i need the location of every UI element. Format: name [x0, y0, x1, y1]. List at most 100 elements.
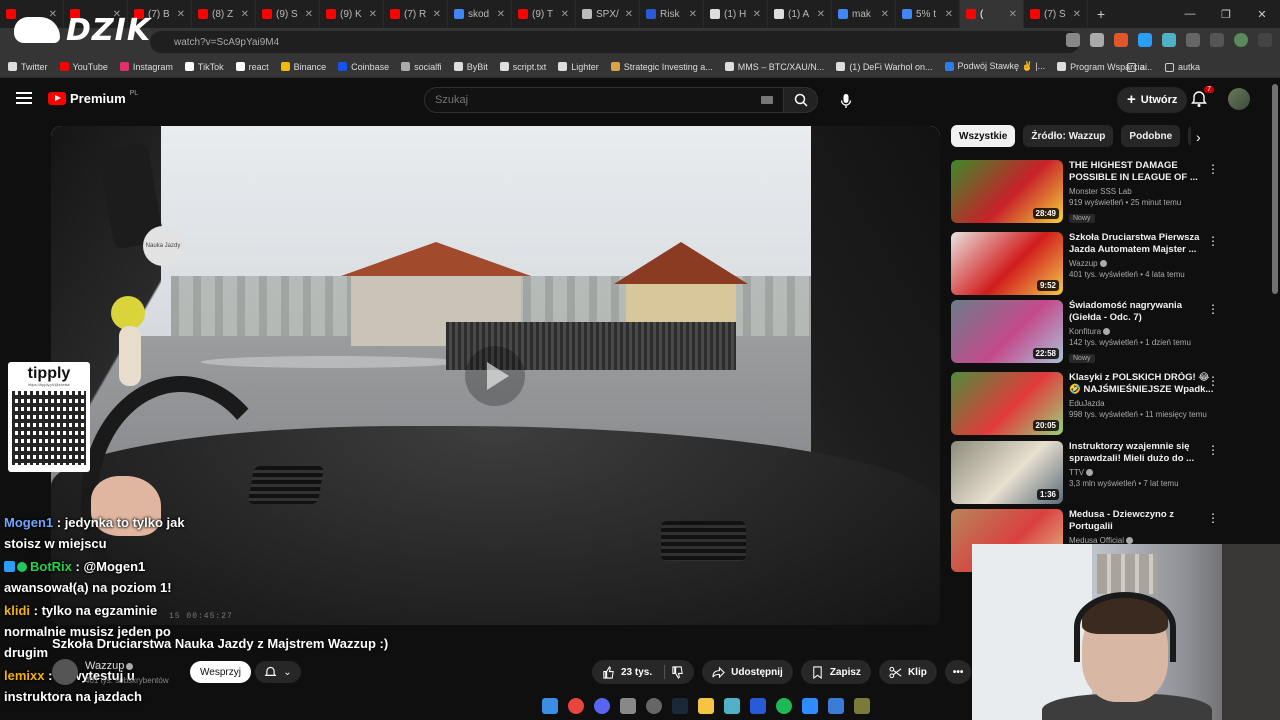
bookmark-item[interactable]: MMS – BTC/XAU/N...	[724, 61, 824, 72]
bookmark-item[interactable]: Instagram	[119, 61, 173, 72]
maximize-icon[interactable]: ❐	[1208, 0, 1244, 28]
spotify-icon[interactable]	[776, 698, 792, 714]
app-icon[interactable]	[828, 698, 844, 714]
recommended-video[interactable]: 9:52 Szkoła Druciarstwa Pierwsza Jazda Au…	[951, 232, 1241, 298]
tab-close-icon[interactable]: ✕	[817, 9, 825, 20]
windows-start-icon[interactable]	[542, 698, 558, 714]
browser-tab[interactable]: (8) Z ✕	[192, 0, 256, 28]
recommended-video[interactable]: 22:58 Świadomość nagrywania (Giełda - Odc…	[951, 300, 1241, 366]
browser-tab[interactable]: SPX/ ✕	[576, 0, 640, 28]
filter-chip[interactable]: Wszystkie	[951, 125, 1016, 147]
chrome-icon[interactable]	[568, 698, 584, 714]
browser-tab[interactable]: (7) Š ✕	[1024, 0, 1088, 28]
browser-tab[interactable]: Risk ✕	[640, 0, 704, 28]
bookmark-item[interactable]: Binance	[280, 61, 326, 72]
star-icon[interactable]	[1090, 33, 1104, 47]
bookmark-item[interactable]: Twitter	[8, 61, 48, 72]
bookmark-item[interactable]: Strategic Investing a...	[610, 61, 713, 72]
page-scrollbar[interactable]	[1272, 82, 1278, 542]
video-thumbnail[interactable]: 9:52	[951, 232, 1063, 295]
tab-close-icon[interactable]: ✕	[753, 9, 761, 20]
browser-tab[interactable]: skod ✕	[448, 0, 512, 28]
recommended-video[interactable]: 28:49 THE HIGHEST DAMAGE POSSIBLE IN LEAG…	[951, 160, 1241, 226]
bookmark-item[interactable]: ByBit	[453, 61, 488, 72]
browser-tab[interactable]: (7) R ✕	[384, 0, 448, 28]
browser-tab[interactable]: (9) K ✕	[320, 0, 384, 28]
youtube-logo[interactable]: Premium PL	[48, 90, 138, 106]
tab-close-icon[interactable]: ✕	[881, 9, 889, 20]
subscription-bell-button[interactable]: ⌄	[255, 661, 301, 683]
app-icon[interactable]	[724, 698, 740, 714]
create-button[interactable]: + Utwórz	[1117, 87, 1188, 113]
search-input[interactable]	[435, 94, 735, 106]
save-button[interactable]: Zapisz	[800, 660, 871, 684]
tab-close-icon[interactable]: ✕	[625, 9, 633, 20]
channel-avatar[interactable]	[52, 659, 78, 685]
app-icon[interactable]	[646, 698, 662, 714]
clip-button[interactable]: Klip	[878, 660, 937, 684]
browser-tab[interactable]: mak ✕	[832, 0, 896, 28]
close-icon[interactable]: ✕	[1244, 0, 1280, 28]
bookmark-item[interactable]: (1) DeFi Warhol on...	[836, 61, 933, 72]
bookmark-item[interactable]: script.txt	[499, 61, 546, 72]
support-button[interactable]: Wesprzyj	[190, 661, 251, 683]
filter-chip[interactable]: Podobne	[1121, 125, 1181, 147]
browser-tab[interactable]: (1) H ✕	[704, 0, 768, 28]
video-thumbnail[interactable]: 28:49	[951, 160, 1063, 223]
play-icon[interactable]	[465, 346, 525, 406]
chevron-right-icon[interactable]: ›	[1196, 129, 1201, 145]
tab-close-icon[interactable]: ✕	[369, 9, 377, 20]
discord-icon[interactable]	[594, 698, 610, 714]
bookmark-item[interactable]: react	[235, 61, 269, 72]
tab-close-icon[interactable]: ✕	[1073, 9, 1081, 20]
filter-chip[interactable]: Dla	[1188, 125, 1191, 147]
video-thumbnail[interactable]: 22:58	[951, 300, 1063, 363]
bookmark-item[interactable]: YouTube	[59, 61, 108, 72]
video-thumbnail[interactable]: 20:05	[951, 372, 1063, 435]
video-thumbnail[interactable]: 1:36	[951, 441, 1063, 504]
app-icon[interactable]	[750, 698, 766, 714]
bookmark-item[interactable]: Coinbase	[338, 61, 389, 72]
more-vert-icon[interactable]: ⋮	[1207, 511, 1219, 525]
more-vert-icon[interactable]: ⋮	[1207, 302, 1219, 316]
like-button[interactable]: 23 tys.	[592, 660, 695, 684]
browser-tab[interactable]: (✕	[960, 0, 1024, 28]
tab-close-icon[interactable]: ✕	[561, 9, 569, 20]
recommended-video[interactable]: 1:36 Instruktorzy wzajemnie się sprawdzal…	[951, 441, 1241, 507]
new-tab-button[interactable]: +	[1088, 6, 1114, 22]
menu-icon[interactable]	[16, 92, 32, 104]
extension-icon[interactable]	[1162, 33, 1176, 47]
zoom-icon[interactable]	[802, 698, 818, 714]
recommended-video[interactable]: 20:05 Klasyki z POLSKICH DRÓG! 😂 🤣 NAJŚMI…	[951, 372, 1241, 438]
menu-icon[interactable]	[1258, 33, 1272, 47]
bookmark-folder-autka[interactable]: autka	[1164, 62, 1200, 72]
more-vert-icon[interactable]: ⋮	[1207, 234, 1219, 248]
extension-icon[interactable]	[1114, 33, 1128, 47]
bookmark-item[interactable]: TikTok	[184, 61, 224, 72]
tab-close-icon[interactable]: ✕	[433, 9, 441, 20]
voice-search-button[interactable]	[832, 87, 860, 115]
steam-icon[interactable]	[672, 698, 688, 714]
more-actions-button[interactable]: •••	[944, 660, 972, 684]
bookmark-folder-ai[interactable]: ai	[1126, 62, 1147, 72]
more-vert-icon[interactable]: ⋮	[1207, 162, 1219, 176]
bookmark-item[interactable]: Podwój Stawkę ✌️ |...	[944, 61, 1045, 72]
browser-tab[interactable]: (9) S ✕	[256, 0, 320, 28]
keyboard-icon[interactable]	[761, 96, 773, 104]
channel-name[interactable]: Wazzup	[85, 660, 134, 672]
more-vert-icon[interactable]: ⋮	[1207, 443, 1219, 457]
tab-close-icon[interactable]: ✕	[1009, 9, 1017, 20]
thumbs-down-icon[interactable]	[671, 665, 684, 679]
tab-close-icon[interactable]: ✕	[305, 9, 313, 20]
tab-close-icon[interactable]: ✕	[241, 9, 249, 20]
user-avatar[interactable]	[1228, 88, 1250, 110]
app-icon[interactable]	[620, 698, 636, 714]
folder-icon[interactable]	[698, 698, 714, 714]
minimize-icon[interactable]: —	[1172, 0, 1208, 28]
scrollbar-thumb[interactable]	[1272, 84, 1278, 294]
install-icon[interactable]	[1066, 33, 1080, 47]
tab-close-icon[interactable]: ✕	[497, 9, 505, 20]
browser-tab[interactable]: (9) T ✕	[512, 0, 576, 28]
browser-tab[interactable]: (1) A ✕	[768, 0, 832, 28]
tab-close-icon[interactable]: ✕	[177, 9, 185, 20]
